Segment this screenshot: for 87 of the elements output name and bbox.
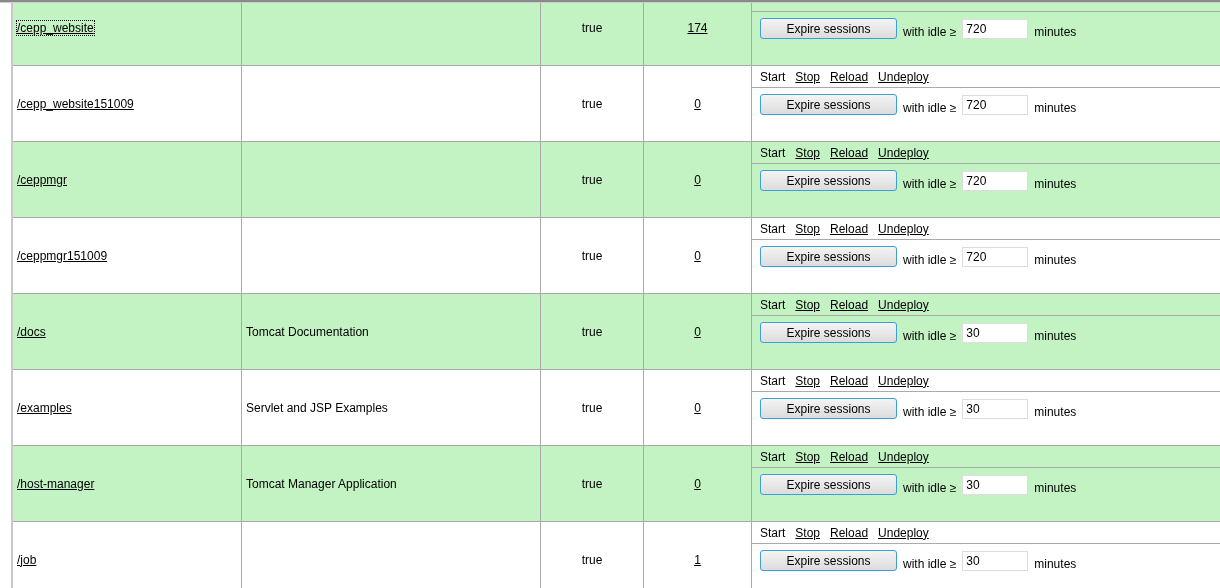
command-link[interactable]: Reload [830,297,869,312]
expire-sessions-button[interactable]: Expire sessions [760,322,897,343]
minutes-label: minutes [1034,557,1077,571]
expire-sessions-button[interactable]: Expire sessions [760,170,897,191]
minutes-label: minutes [1034,177,1077,191]
command-link[interactable]: Reload [830,69,869,84]
running-status: true [581,248,603,263]
application-path-link[interactable]: /ceppmgr [17,172,68,187]
sessions-link[interactable]: 0 [694,248,701,263]
sessions-link[interactable]: 0 [694,172,701,187]
application-path-link[interactable]: /host-manager [17,476,95,491]
command-link[interactable]: Undeploy [878,525,929,540]
application-path-link[interactable]: /ceppmgr151009 [17,248,108,263]
minutes-label: minutes [1034,481,1077,495]
display-name: Tomcat Documentation [246,324,369,339]
display-name: Tomcat Manager Application [246,476,397,491]
idle-minutes-field[interactable]: 720 [962,170,1029,191]
running-status: true [581,552,603,567]
idle-minutes-field[interactable]: 30 [962,474,1029,495]
idle-minutes-field[interactable]: 720 [962,18,1029,39]
expire-sessions-button[interactable]: Expire sessions [760,18,897,39]
command-link[interactable]: Reload [830,221,869,236]
running-status: true [581,476,603,491]
command-link[interactable]: Stop [795,69,821,84]
command-link[interactable]: Reload [830,145,869,160]
idle-label: with idle ≥ [903,25,957,39]
command-link[interactable]: Reload [830,525,869,540]
command-link[interactable]: Undeploy [878,449,929,464]
minutes-label: minutes [1034,101,1077,115]
application-path-link[interactable]: /job [17,552,37,567]
idle-minutes-field[interactable]: 30 [962,550,1029,571]
running-status: true [581,324,603,339]
command-link[interactable]: Undeploy [878,221,929,236]
expire-sessions-button[interactable]: Expire sessions [760,474,897,495]
application-path-link[interactable]: /docs [17,324,46,339]
minutes-label: minutes [1034,253,1077,267]
running-status: true [581,172,603,187]
minutes-label: minutes [1034,25,1077,39]
sessions-link[interactable]: 174 [687,20,708,35]
running-status: true [581,96,603,111]
command-link[interactable]: Stop [795,297,821,312]
running-status: true [581,20,603,35]
expire-sessions-button[interactable]: Expire sessions [760,94,897,115]
command-label: Start [760,373,786,388]
sessions-link[interactable]: 1 [694,552,701,567]
application-path-link[interactable]: /examples [17,400,72,415]
command-label: Start [760,297,786,312]
command-link[interactable]: Reload [830,373,869,388]
command-label: Start [760,525,786,540]
idle-label: with idle ≥ [903,405,957,419]
command-link[interactable]: Undeploy [878,297,929,312]
minutes-label: minutes [1034,329,1077,343]
idle-label: with idle ≥ [903,253,957,267]
idle-label: with idle ≥ [903,329,957,343]
command-link[interactable]: Undeploy [878,69,929,84]
running-status: true [581,400,603,415]
minutes-label: minutes [1034,405,1077,419]
command-label: Start [760,145,786,160]
idle-minutes-field[interactable]: 30 [962,322,1029,343]
expire-sessions-button[interactable]: Expire sessions [760,246,897,267]
sessions-link[interactable]: 0 [694,476,701,491]
display-name: Servlet and JSP Examples [246,400,388,415]
idle-minutes-field[interactable]: 30 [962,398,1029,419]
command-link[interactable]: Stop [795,373,821,388]
idle-label: with idle ≥ [903,177,957,191]
command-label: Start [760,69,786,84]
command-link[interactable]: Stop [795,449,821,464]
idle-label: with idle ≥ [903,481,957,495]
command-label: Start [760,449,786,464]
command-label: Start [760,221,786,236]
command-link[interactable]: Stop [795,221,821,236]
command-link[interactable]: Reload [830,449,869,464]
command-link[interactable]: Undeploy [878,373,929,388]
idle-minutes-field[interactable]: 720 [962,94,1029,115]
idle-label: with idle ≥ [903,557,957,571]
command-link[interactable]: Undeploy [878,145,929,160]
idle-minutes-field[interactable]: 720 [962,246,1029,267]
idle-label: with idle ≥ [903,101,957,115]
sessions-link[interactable]: 0 [694,324,701,339]
command-link[interactable]: Stop [795,145,821,160]
sessions-link[interactable]: 0 [694,400,701,415]
expire-sessions-button[interactable]: Expire sessions [760,550,897,571]
sessions-link[interactable]: 0 [694,96,701,111]
command-link[interactable]: Stop [795,525,821,540]
expire-sessions-button[interactable]: Expire sessions [760,398,897,419]
application-path-link[interactable]: /cepp_website [17,20,94,35]
application-path-link[interactable]: /cepp_website151009 [17,96,134,111]
